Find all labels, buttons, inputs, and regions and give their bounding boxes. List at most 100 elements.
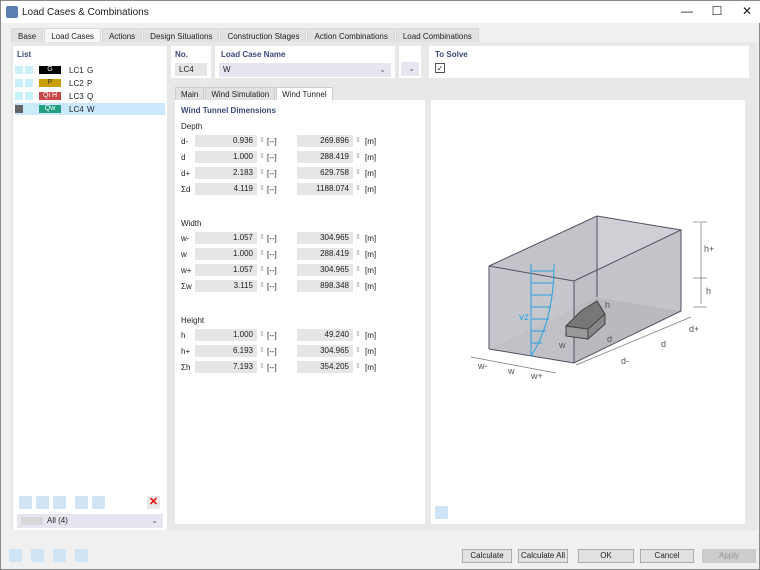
dimension-name: d- xyxy=(181,137,189,146)
extra-select[interactable]: ⌄ xyxy=(401,62,419,76)
spinner-icon[interactable]: ⇕ xyxy=(259,362,265,370)
list-item[interactable]: G LC1 G xyxy=(15,64,165,76)
list-item[interactable]: Qi H LC3 Q xyxy=(15,90,165,102)
new-load-case-icon[interactable] xyxy=(19,496,32,509)
spinner-icon[interactable]: ⇕ xyxy=(355,330,361,338)
factor-input[interactable]: 3.115 xyxy=(195,280,257,292)
factor-unit: [--] xyxy=(267,250,277,259)
apply-button[interactable]: Apply xyxy=(702,549,756,563)
wplus-label: w+ xyxy=(530,371,543,381)
dimensions-title: Wind Tunnel Dimensions xyxy=(181,106,276,115)
delete-icon[interactable]: ✕ xyxy=(147,496,160,509)
copy-icon[interactable] xyxy=(36,496,49,509)
maximize-button[interactable]: ☐ xyxy=(709,4,725,18)
filter-select[interactable]: All (4) ⌄ xyxy=(17,514,163,528)
factor-input[interactable]: 1.057 xyxy=(195,232,257,244)
spinner-icon[interactable]: ⇕ xyxy=(259,152,265,160)
value-input[interactable]: 269.896 xyxy=(297,135,353,147)
d-label: d xyxy=(661,339,666,349)
spinner-icon[interactable]: ⇕ xyxy=(259,330,265,338)
value-input[interactable]: 304.965 xyxy=(297,232,353,244)
factor-input[interactable]: 1.000 xyxy=(195,329,257,341)
to-solve-label: To Solve xyxy=(435,50,468,59)
spinner-icon[interactable]: ⇕ xyxy=(259,265,265,273)
dimension-name: d+ xyxy=(181,169,191,178)
group-label: Height xyxy=(181,316,205,325)
calculate-button[interactable]: Calculate xyxy=(462,549,512,563)
action-category-badge: G xyxy=(39,66,61,74)
vz-label: vz xyxy=(519,312,529,323)
w-label: w xyxy=(507,366,515,376)
value-input[interactable]: 629.758 xyxy=(297,167,353,179)
value-input[interactable]: 898.348 xyxy=(297,280,353,292)
ok-button[interactable]: OK xyxy=(578,549,634,563)
value-input[interactable]: 288.419 xyxy=(297,248,353,260)
load-case-name: Q xyxy=(87,91,94,101)
check-all-icon[interactable] xyxy=(75,496,88,509)
value-input[interactable]: 49.240 xyxy=(297,329,353,341)
spinner-icon[interactable]: ⇕ xyxy=(355,362,361,370)
value-input[interactable]: 288.419 xyxy=(297,151,353,163)
import-icon[interactable] xyxy=(53,496,66,509)
spinner-icon[interactable]: ⇕ xyxy=(355,152,361,160)
h-building-label: h xyxy=(605,300,610,310)
factor-input[interactable]: 6.193 xyxy=(195,345,257,357)
value-input[interactable]: 1188.074 xyxy=(297,183,353,195)
value-input[interactable]: 304.965 xyxy=(297,264,353,276)
minimize-button[interactable]: — xyxy=(679,4,695,18)
spinner-icon[interactable]: ⇕ xyxy=(259,281,265,289)
cancel-button[interactable]: Cancel xyxy=(640,549,694,563)
value-unit: [m] xyxy=(365,185,377,194)
no-field[interactable]: LC4 xyxy=(175,63,207,76)
view-settings-icon[interactable] xyxy=(435,506,448,519)
formula-icon[interactable] xyxy=(75,549,88,562)
d-building-label: d xyxy=(607,334,612,344)
extra-box: ⌄ xyxy=(399,46,421,78)
spinner-icon[interactable]: ⇕ xyxy=(355,281,361,289)
load-case-name: W xyxy=(87,104,95,114)
no-label: No. xyxy=(175,50,188,59)
spinner-icon[interactable]: ⇕ xyxy=(355,233,361,241)
list-item[interactable]: Qw LC4 W xyxy=(15,103,165,115)
help-icon[interactable] xyxy=(9,549,22,562)
spinner-icon[interactable]: ⇕ xyxy=(259,249,265,257)
spinner-icon[interactable]: ⇕ xyxy=(355,168,361,176)
spinner-icon[interactable]: ⇕ xyxy=(355,136,361,144)
factor-input[interactable]: 1.000 xyxy=(195,248,257,260)
spinner-icon[interactable]: ⇕ xyxy=(259,136,265,144)
number-box: No. LC4 xyxy=(171,46,211,78)
colors-icon[interactable] xyxy=(53,549,66,562)
factor-input[interactable]: 0.936 xyxy=(195,135,257,147)
factor-input[interactable]: 2.183 xyxy=(195,167,257,179)
list-item[interactable]: P LC2 P xyxy=(15,77,165,89)
spinner-icon[interactable]: ⇕ xyxy=(355,249,361,257)
spinner-icon[interactable]: ⇕ xyxy=(259,168,265,176)
spinner-icon[interactable]: ⇕ xyxy=(259,346,265,354)
units-icon[interactable] xyxy=(31,549,44,562)
spinner-icon[interactable]: ⇕ xyxy=(259,184,265,192)
value-unit: [m] xyxy=(365,331,377,340)
h-tunnel-label: h xyxy=(706,286,711,296)
uncheck-icon[interactable] xyxy=(92,496,105,509)
factor-unit: [--] xyxy=(267,266,277,275)
factor-input[interactable]: 1.000 xyxy=(195,151,257,163)
value-input[interactable]: 354.205 xyxy=(297,361,353,373)
spinner-icon[interactable]: ⇕ xyxy=(355,346,361,354)
spinner-icon[interactable]: ⇕ xyxy=(355,184,361,192)
name-select[interactable]: W ⌄ xyxy=(219,63,391,77)
factor-input[interactable]: 1.057 xyxy=(195,264,257,276)
factor-unit: [--] xyxy=(267,363,277,372)
dimension-row: d 1.000 ⇕ [--] 288.419 ⇕ [m] xyxy=(175,151,425,163)
calculate-all-button[interactable]: Calculate All xyxy=(518,549,568,563)
value-input[interactable]: 304.965 xyxy=(297,345,353,357)
value-unit: [m] xyxy=(365,363,377,372)
close-button[interactable]: ✕ xyxy=(739,4,755,18)
action-category-badge: Qi H xyxy=(39,92,61,100)
factor-input[interactable]: 7.193 xyxy=(195,361,257,373)
factor-input[interactable]: 4.119 xyxy=(195,183,257,195)
list-panel: List G LC1 G P LC2 P Qi H LC3 Q Qw LC4 W ✕ All (4) ⌄ xyxy=(13,46,167,530)
wind-tunnel-diagram: vz h+ h h w d d+ d d- w- w w+ xyxy=(470,215,714,381)
spinner-icon[interactable]: ⇕ xyxy=(259,233,265,241)
spinner-icon[interactable]: ⇕ xyxy=(355,265,361,273)
to-solve-checkbox[interactable]: ✓ xyxy=(435,63,445,73)
